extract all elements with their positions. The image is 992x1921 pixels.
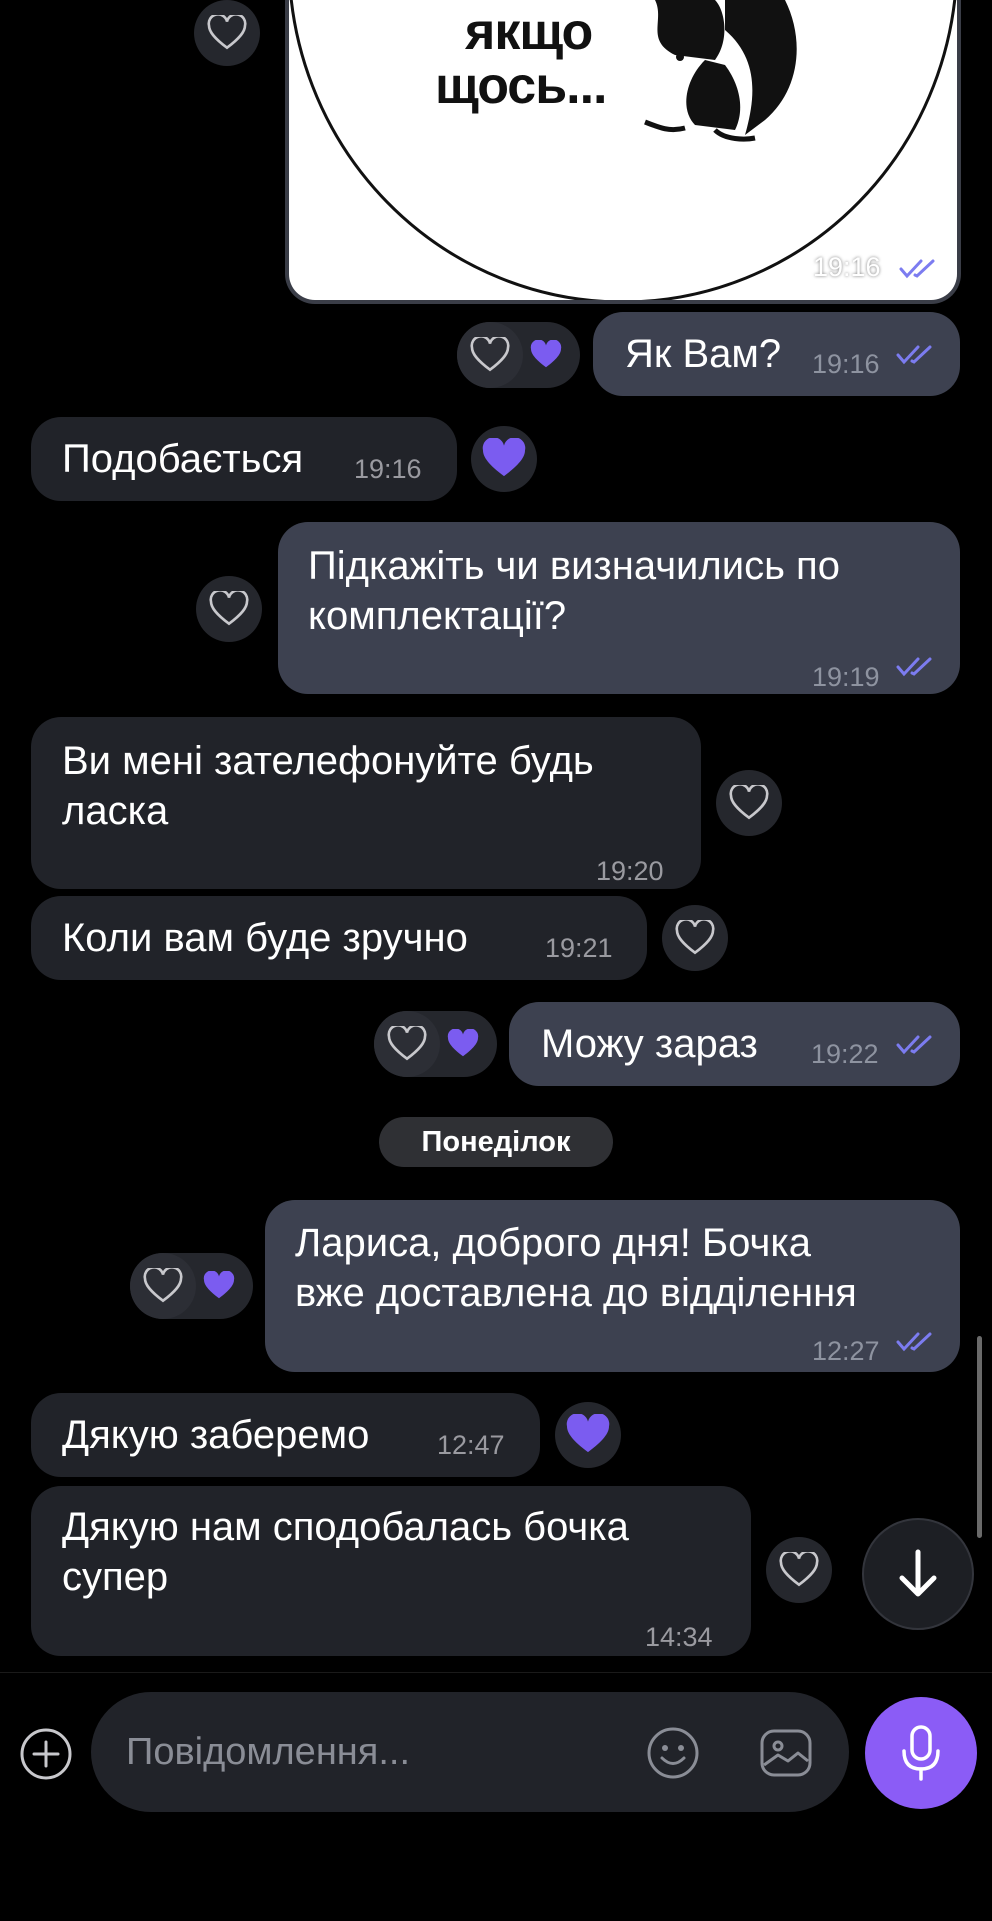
heart-filled-icon <box>203 1271 235 1299</box>
reaction-heart[interactable] <box>555 1402 621 1468</box>
react-button[interactable] <box>766 1537 832 1603</box>
voice-message-button[interactable] <box>865 1697 977 1809</box>
message-bubble-outgoing[interactable]: Як Вам? 19:16 <box>593 312 960 396</box>
double-check-icon <box>899 259 935 279</box>
heart-outline-icon <box>470 337 510 372</box>
arrow-down-icon <box>899 1549 937 1597</box>
message-bubble-incoming[interactable]: Подобається 19:16 <box>31 417 457 501</box>
heart-outline-icon <box>143 1268 183 1303</box>
message-time: 19:16 <box>812 349 880 379</box>
message-text-line2: супер <box>62 1555 169 1599</box>
sticker-icon[interactable] <box>758 1725 814 1781</box>
message-bubble-outgoing[interactable]: Можу зараз 19:22 <box>509 1002 960 1086</box>
message-text-line2: вже доставлена до відділення <box>295 1271 857 1315</box>
reaction-heart <box>430 1011 496 1077</box>
scrollbar-thumb[interactable] <box>977 1336 982 1538</box>
react-button[interactable] <box>716 770 782 836</box>
react-button[interactable] <box>196 576 262 642</box>
message-bubble-incoming[interactable]: Дякую нам сподобалась бочка супер 14:34 <box>31 1486 751 1656</box>
sticker-caption-line2: щось... <box>435 57 607 115</box>
message-time: 19:19 <box>812 662 880 692</box>
message-time: 19:16 <box>354 454 422 484</box>
message-time: 19:21 <box>545 933 613 963</box>
day-separator: Понеділок <box>379 1117 613 1167</box>
message-text: Як Вам? <box>625 332 782 376</box>
message-text-line2: ласка <box>62 789 169 833</box>
sticker-message[interactable]: якщо щось... 19:16 <box>285 0 961 304</box>
heart-filled-icon <box>530 340 562 368</box>
scroll-to-bottom-button[interactable] <box>862 1518 974 1630</box>
message-bubble-incoming[interactable]: Ви мені зателефонуйте будь ласка 19:20 <box>31 717 701 889</box>
reaction-pill[interactable] <box>130 1253 253 1319</box>
message-text-line1: Лариса, доброго дня! Бочка <box>295 1221 812 1265</box>
heart-outline-icon <box>207 15 247 50</box>
message-time: 14:34 <box>645 1622 713 1652</box>
heart-outline-icon <box>209 591 249 626</box>
message-text: Можу зараз <box>541 1022 758 1066</box>
message-text: Коли вам буде зручно <box>62 916 468 960</box>
message-text: Дякую заберемо <box>62 1413 370 1457</box>
microphone-icon <box>902 1725 940 1781</box>
message-time: 19:16 <box>813 252 881 282</box>
message-text: Подобається <box>62 437 304 481</box>
reaction-heart <box>186 1253 252 1319</box>
message-time: 19:20 <box>596 856 664 886</box>
double-check-icon <box>896 1332 932 1352</box>
message-time: 12:27 <box>812 1336 880 1366</box>
message-time: 12:47 <box>437 1430 505 1460</box>
heart-filled-icon <box>566 1414 610 1453</box>
message-text-line1: Ви мені зателефонуйте будь <box>62 739 594 783</box>
sticker-caption-line1: якщо <box>465 3 593 61</box>
message-input-placeholder: Повідомлення... <box>126 1731 411 1773</box>
reaction-pill[interactable] <box>374 1011 497 1077</box>
reaction-heart <box>513 322 579 388</box>
message-time: 19:22 <box>811 1039 879 1069</box>
reaction-pill[interactable] <box>457 322 580 388</box>
message-bubble-outgoing[interactable]: Лариса, доброго дня! Бочка вже доставлен… <box>265 1200 960 1372</box>
message-text-line1: Дякую нам сподобалась бочка <box>62 1505 629 1549</box>
double-check-icon <box>896 345 932 365</box>
react-button[interactable] <box>194 0 260 66</box>
heart-filled-icon <box>447 1029 479 1057</box>
react-button[interactable] <box>662 905 728 971</box>
double-check-icon <box>896 1035 932 1055</box>
double-check-icon <box>896 657 932 677</box>
heart-outline-icon <box>387 1026 427 1061</box>
message-bubble-incoming[interactable]: Дякую заберемо 12:47 <box>31 1393 540 1477</box>
message-text-line1: Підкажіть чи визначились по <box>308 544 840 588</box>
plus-circle-icon[interactable] <box>18 1726 74 1782</box>
message-bubble-incoming[interactable]: Коли вам буде зручно 19:21 <box>31 896 647 980</box>
message-text-line2: комплектації? <box>308 594 567 638</box>
heart-outline-icon <box>779 1552 819 1587</box>
emoji-icon[interactable] <box>645 1725 701 1781</box>
message-bubble-outgoing[interactable]: Підкажіть чи визначились по комплектації… <box>278 522 960 694</box>
reaction-heart[interactable] <box>471 426 537 492</box>
heart-filled-icon <box>482 438 526 477</box>
heart-outline-icon <box>729 785 769 820</box>
heart-outline-icon <box>675 920 715 955</box>
